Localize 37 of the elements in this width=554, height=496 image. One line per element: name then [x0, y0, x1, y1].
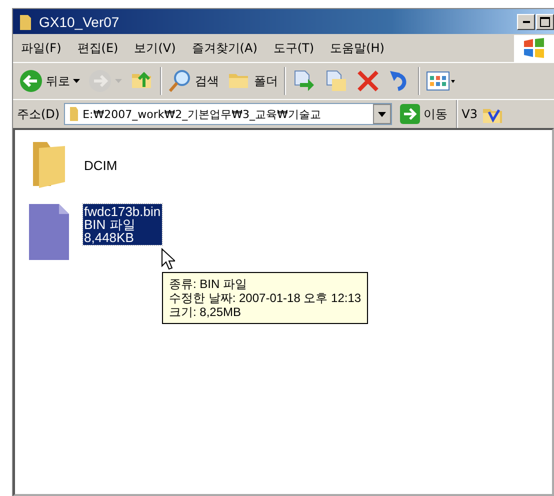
menu-item[interactable]: 도움말(H) — [322, 40, 392, 56]
window-title: GX10_Ver07 — [39, 14, 120, 30]
menu-item[interactable]: 파일(F) — [13, 40, 70, 56]
file-label[interactable]: fwdc173b.bin BIN 파일 8,448KB — [83, 204, 162, 245]
address-label: 주소(D) — [17, 106, 60, 122]
maximize-button[interactable] — [536, 14, 554, 30]
search-button[interactable]: 검색 — [166, 69, 221, 93]
folder-icon — [68, 106, 79, 122]
folders-button[interactable]: 폴더 — [225, 69, 280, 93]
views-button[interactable] — [424, 69, 458, 93]
go-button[interactable]: 이동 — [396, 104, 452, 124]
menu-item[interactable]: 보기(V) — [126, 40, 184, 56]
address-field[interactable]: E:₩2007_work₩2_기본업무₩3_교육₩기술교 — [64, 103, 392, 125]
maximize-icon — [540, 16, 550, 26]
folder-icon — [19, 12, 33, 30]
item-label[interactable]: DCIM — [84, 158, 118, 172]
dropdown-caret-icon — [73, 78, 80, 84]
delete-icon — [356, 69, 380, 93]
toolbar-label: V3 — [462, 107, 478, 121]
windows-logo-icon — [522, 37, 546, 59]
dropdown-button[interactable] — [372, 104, 391, 124]
search-icon — [168, 69, 192, 93]
views-icon — [426, 69, 456, 93]
minimize-button[interactable] — [517, 14, 535, 30]
dropdown-caret-icon — [378, 112, 386, 116]
menu-item[interactable]: 도구(T) — [265, 40, 322, 56]
address-value: E:₩2007_work₩2_기본업무₩3_교육₩기술교 — [82, 106, 322, 122]
move-to-folder-icon — [292, 69, 316, 93]
dropdown-caret-icon — [115, 78, 122, 84]
copy-to-folder-icon — [324, 69, 348, 93]
menu-item[interactable]: 편집(E) — [69, 40, 126, 56]
document-icon — [29, 204, 69, 260]
mouse-cursor-icon — [161, 248, 175, 270]
menu-item[interactable]: 즐겨찾기(A) — [184, 40, 266, 56]
tooltip: 종류: BIN 파일 수정한 날짜: 2007-01-18 오후 12:13 크기: 8,25MB — [162, 272, 368, 324]
back-button[interactable]: 뒤로 — [17, 69, 82, 93]
minimize-icon — [522, 20, 530, 22]
